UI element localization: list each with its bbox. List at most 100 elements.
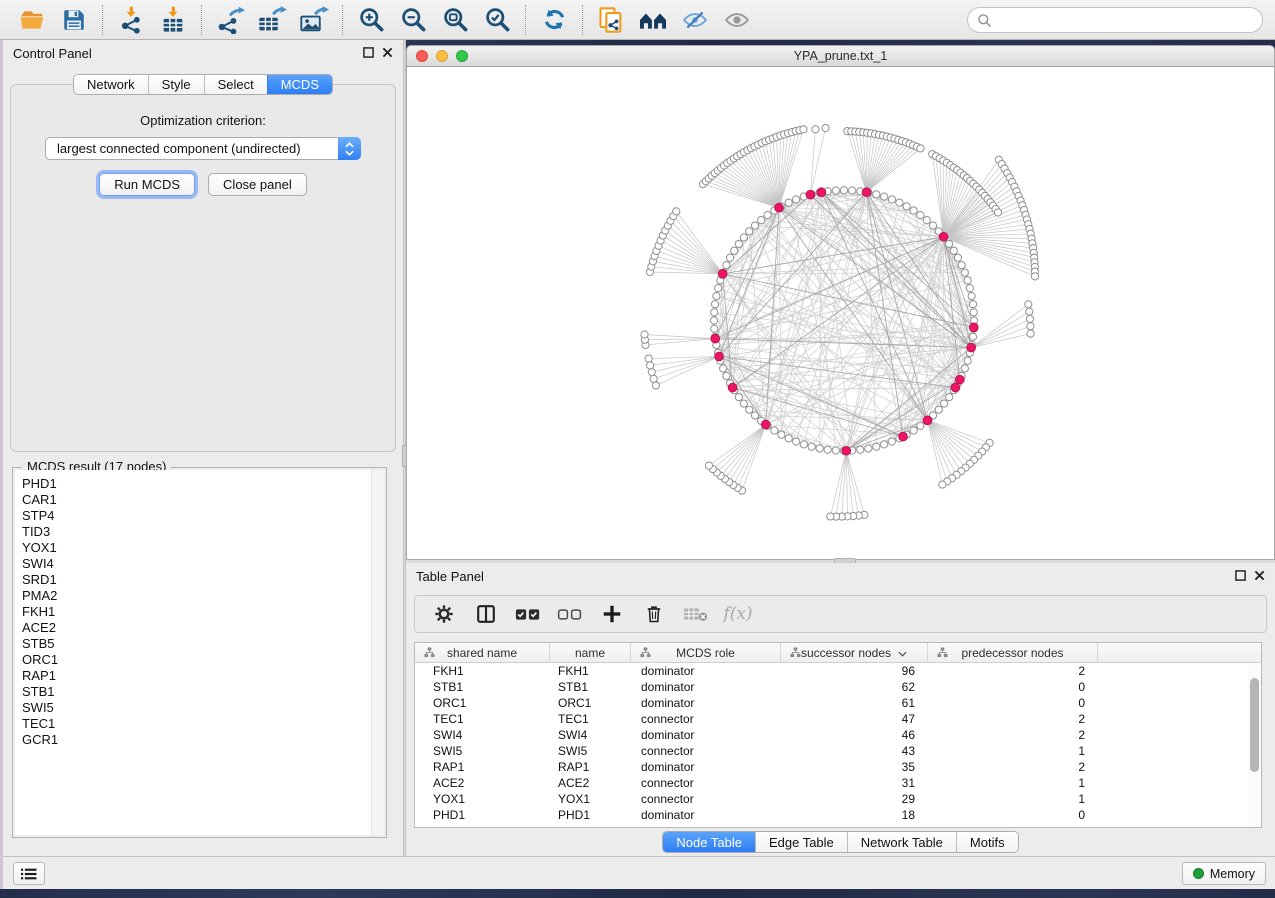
mcds-result-item[interactable]: TEC1 [22,716,384,732]
tree-icon [937,647,948,661]
column-header-name[interactable]: name [550,643,631,662]
table-cell: dominator [631,760,781,774]
import-table-button[interactable] [155,4,191,36]
refresh-view-button[interactable] [536,4,572,36]
table-cell: 1 [928,744,1098,758]
import-network-button[interactable] [113,4,149,36]
table-cell: SWI4 [550,728,631,742]
mcds-result-scrollbar[interactable] [371,470,384,835]
zoom-in-icon [358,6,385,33]
tab-node-table[interactable]: Node Table [663,832,755,852]
table-cell: ORC1 [550,696,631,710]
column-header-shared-name[interactable]: shared name [415,643,550,662]
export-table-button[interactable] [254,4,290,36]
optimization-criterion-dropdown[interactable]: largest connected component (undirected) [45,137,361,160]
mcds-result-item[interactable]: ACE2 [22,620,384,636]
save-session-button[interactable] [56,4,92,36]
float-panel-icon[interactable] [363,47,374,60]
tab-style[interactable]: Style [148,75,204,94]
toggle-columns-button[interactable] [473,600,499,628]
table-settings-button[interactable] [431,600,457,628]
network-view[interactable] [406,67,1275,560]
search-field[interactable] [967,7,1263,33]
panel-menu-button[interactable] [13,862,45,885]
float-panel-icon[interactable] [1235,570,1246,583]
export-network-button[interactable] [212,4,248,36]
zoom-in-button[interactable] [353,4,389,36]
run-mcds-button[interactable]: Run MCDS [99,173,195,196]
tree-icon [640,647,651,661]
table-row[interactable]: ORC1ORC1dominator610 [415,695,1261,711]
export-image-button[interactable] [296,4,332,36]
mcds-result-item[interactable]: GCR1 [22,732,384,748]
tab-motifs[interactable]: Motifs [956,832,1018,852]
mcds-result-item[interactable]: STB1 [22,684,384,700]
mcds-result-item[interactable]: STB5 [22,636,384,652]
mcds-result-item[interactable]: YOX1 [22,540,384,556]
table-row[interactable]: YOX1YOX1connector291 [415,791,1261,807]
table-cell: dominator [631,664,781,678]
tab-mcds[interactable]: MCDS [267,75,332,94]
mcds-result-item[interactable]: ORC1 [22,652,384,668]
mcds-result-item[interactable]: CAR1 [22,492,384,508]
column-header-predecessor-nodes[interactable]: predecessor nodes [928,643,1098,662]
select-all-button[interactable] [515,600,541,628]
mcds-result-item[interactable]: RAP1 [22,668,384,684]
network-window-titlebar[interactable]: YPA_prune.txt_1 [406,45,1275,67]
table-row[interactable]: FKH1FKH1dominator962 [415,663,1261,679]
table-cell: 47 [781,712,928,726]
tab-edge-table[interactable]: Edge Table [755,832,847,852]
search-input[interactable] [998,10,1262,30]
tab-network-table[interactable]: Network Table [847,832,956,852]
table-cell: 31 [781,776,928,790]
mcds-result-item[interactable]: SRD1 [22,572,384,588]
table-cell: 96 [781,664,928,678]
table-row[interactable]: STB1STB1dominator620 [415,679,1261,695]
table-toolbar: f(x) [414,595,1267,633]
zoom-selected-button[interactable] [479,4,515,36]
table-cell: STB1 [415,680,550,694]
first-neighbors-button[interactable] [635,4,671,36]
table-cell: 62 [781,680,928,694]
node-table-header: shared name name MCDS role successor nod… [415,643,1261,663]
table-row[interactable]: SWI5SWI5connector431 [415,743,1261,759]
tab-select[interactable]: Select [204,75,267,94]
column-header-mcds-role[interactable]: MCDS role [631,643,781,662]
mcds-result-item[interactable]: PHD1 [22,476,384,492]
table-row[interactable]: SWI4SWI4dominator462 [415,727,1261,743]
table-cell: 0 [928,680,1098,694]
close-panel-icon[interactable] [1254,570,1265,583]
hide-graphics-details-button[interactable] [677,4,713,36]
table-scrollbar[interactable] [1248,664,1260,826]
mcds-result-item[interactable]: STP4 [22,508,384,524]
delete-rows-button[interactable] [641,600,667,628]
function-builder-button[interactable]: f(x) [725,600,751,628]
deselect-all-button[interactable] [557,600,583,628]
table-row[interactable]: RAP1RAP1dominator352 [415,759,1261,775]
clone-network-button[interactable] [593,4,629,36]
close-panel-button[interactable]: Close panel [208,173,307,196]
mcds-result-item[interactable]: TID3 [22,524,384,540]
mcds-result-item[interactable]: SWI5 [22,700,384,716]
zoom-selected-icon [484,6,511,33]
zoom-fit-button[interactable] [437,4,473,36]
table-scrollbar-thumb[interactable] [1250,678,1259,772]
column-header-successor-nodes[interactable]: successor nodes [781,643,928,662]
open-file-button[interactable] [14,4,50,36]
mcds-result-item[interactable]: SWI4 [22,556,384,572]
add-row-button[interactable] [599,600,625,628]
table-row[interactable]: ACE2ACE2connector311 [415,775,1261,791]
tab-network[interactable]: Network [74,75,148,94]
mcds-result-list[interactable]: PHD1CAR1STP4TID3YOX1SWI4SRD1PMA2FKH1ACE2… [15,470,384,835]
mcds-result-item[interactable]: PMA2 [22,588,384,604]
delete-table-button[interactable] [683,600,709,628]
show-graphics-details-button[interactable] [719,4,755,36]
table-row[interactable]: TEC1TEC1connector472 [415,711,1261,727]
close-panel-icon[interactable] [382,47,393,60]
table-row[interactable]: PHD1PHD1dominator180 [415,807,1261,823]
zoom-out-button[interactable] [395,4,431,36]
table-cell: STB1 [550,680,631,694]
mcds-result-item[interactable]: FKH1 [22,604,384,620]
table-cell: 46 [781,728,928,742]
memory-button[interactable]: Memory [1182,862,1266,885]
